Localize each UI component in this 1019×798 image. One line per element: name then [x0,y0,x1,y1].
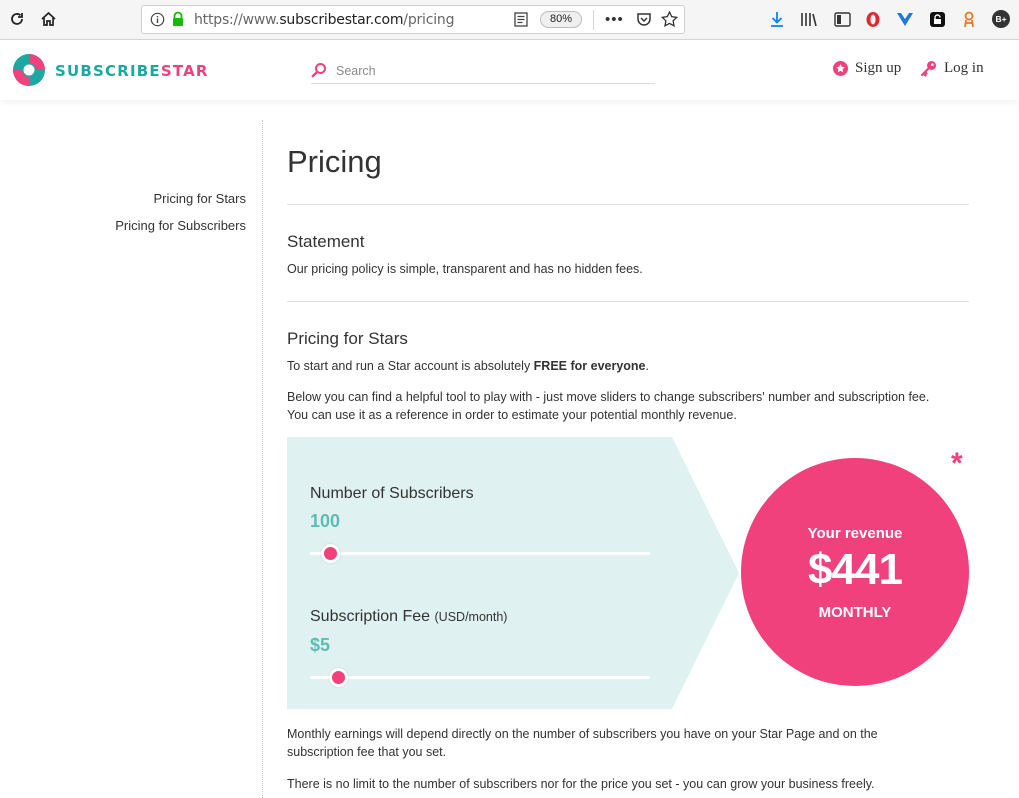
divider [287,204,969,205]
fee-value: $5 [310,635,331,655]
fee-slider[interactable] [310,667,650,687]
fee-label: Subscription Fee (USD/month) [310,608,508,625]
subscribers-slider[interactable] [310,543,650,563]
sidebar-item-pricing-for-stars[interactable]: Pricing for Stars [154,191,246,206]
more-actions-icon[interactable]: ••• [605,11,624,28]
fire-extension-icon[interactable] [958,8,980,30]
password-extension-icon[interactable] [926,8,948,30]
earnings-text-line-1: Monthly earnings will depend directly on… [287,727,878,741]
sidebar-toggle-icon[interactable] [831,8,853,30]
logo-wordmark[interactable]: SUBSCRIBESTAR [55,62,209,80]
page-title: Pricing [287,144,382,179]
tool-description-line-2: You can use it as a reference in order t… [287,408,737,422]
fee-unit: (USD/month) [434,610,508,624]
search-icon [311,62,327,78]
subscribers-value: 100 [310,511,341,531]
avatar-initials: B+ [992,10,1010,28]
statement-text: Our pricing policy is simple, transparen… [287,262,643,276]
free-emphasis: FREE for everyone [533,359,646,373]
reload-icon[interactable] [6,8,28,30]
info-icon[interactable] [150,12,165,32]
profile-avatar[interactable]: B+ [990,8,1012,30]
url-bar-divider [593,10,594,30]
search-bar [311,60,655,84]
opera-extension-icon[interactable] [862,8,884,30]
log-in-label: Log in [944,60,984,76]
download-icon[interactable] [766,8,788,30]
slider-track [310,552,650,555]
slider-track [310,676,650,679]
limit-text: There is no limit to the number of subsc… [287,777,875,791]
revenue-calculator: Number of Subscribers 100 Subscription F… [287,437,969,709]
stars-intro-text: To start and run a Star account is absol… [287,359,649,373]
key-icon [920,61,936,77]
sign-up-label: Sign up [855,60,902,76]
bookmark-star-icon[interactable] [660,10,679,32]
revenue-period: MONTHLY [818,604,892,621]
pocket-icon[interactable] [636,12,652,32]
library-icon[interactable] [798,8,820,30]
tool-description-line-1: Below you can find a helpful tool to pla… [287,390,930,404]
statement-heading: Statement [287,232,365,251]
divider [287,301,969,302]
lock-icon [171,11,185,32]
browser-toolbar: https://www.subscribestar.com/pricing 80… [0,0,1019,40]
sidebar-nav: Pricing for Stars Pricing for Subscriber… [0,120,263,798]
subscribers-slider-handle[interactable] [321,544,340,563]
home-icon[interactable] [37,8,59,30]
subscribestar-logo-icon[interactable] [12,53,46,87]
stars-heading: Pricing for Stars [287,329,408,348]
fee-slider-handle[interactable] [329,668,348,687]
sign-up-link[interactable]: Sign up [833,60,901,77]
footnote-asterisk: * [951,447,963,480]
url-bar[interactable]: https://www.subscribestar.com/pricing 80… [141,5,685,34]
revenue-amount: $441 [808,545,903,594]
zoom-level-badge[interactable]: 80% [540,11,582,28]
search-input[interactable] [336,61,646,81]
sidebar-item-pricing-for-subscribers[interactable]: Pricing for Subscribers [115,218,246,233]
revenue-title: Your revenue [807,525,903,542]
log-in-link[interactable]: Log in [920,60,984,77]
star-circle-icon [833,61,848,76]
reader-view-icon[interactable] [514,12,528,32]
vpn-extension-icon[interactable] [894,8,916,30]
url-text[interactable]: https://www.subscribestar.com/pricing [194,12,454,28]
subscribers-label: Number of Subscribers [310,485,474,502]
site-header: SUBSCRIBESTAR Sign up Log in [0,40,1019,100]
earnings-text-line-2: subscription fee that you set. [287,745,447,759]
